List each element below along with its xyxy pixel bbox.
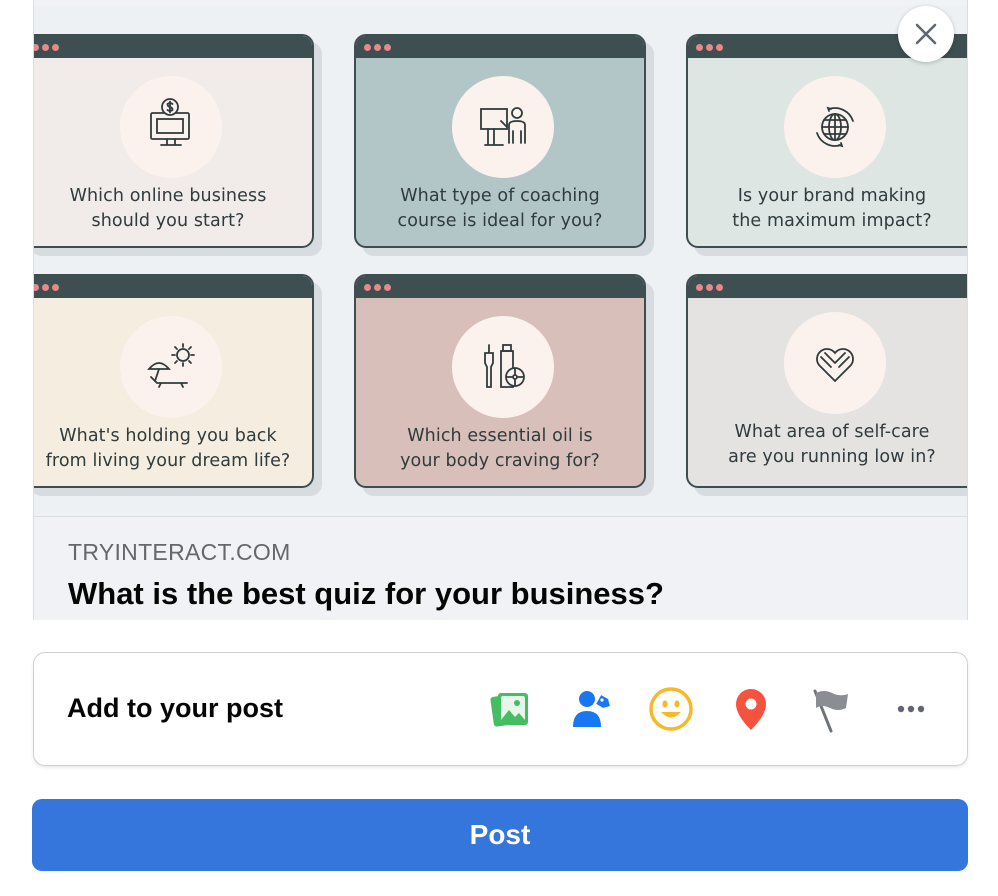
card-text-line: Is your brand making [737, 186, 927, 206]
preview-title: What is the best quiz for your business? [68, 576, 664, 611]
globe-icon [784, 76, 886, 178]
card-text-line: What's holding you back [59, 426, 277, 446]
photo-video-button[interactable] [482, 681, 538, 737]
quiz-card: Is your brand making the maximum impact? [686, 34, 967, 248]
feeling-icon [649, 687, 693, 731]
card-text: Which essential oil is your body craving… [364, 424, 636, 474]
quiz-card: Which essential oil is your body craving… [354, 274, 646, 488]
post-button[interactable]: Post [32, 799, 968, 871]
more-icon [897, 705, 925, 713]
card-text-line: from living your dream life? [45, 451, 291, 471]
card-text: Is your brand making the maximum impact? [696, 184, 967, 234]
window-bar [34, 276, 312, 298]
card-text-line: Which online business [69, 186, 267, 206]
check-in-icon [736, 689, 766, 730]
quiz-card: What's holding you back from living your… [34, 274, 314, 488]
heart-hands-icon [784, 312, 886, 414]
window-bar [688, 276, 967, 298]
quiz-card: Which online business should you start? [34, 34, 314, 248]
card-text: What type of coaching course is ideal fo… [364, 184, 636, 234]
beach-sun-icon [120, 316, 222, 418]
add-to-post-panel: Add to your post [33, 652, 968, 766]
preview-image[interactable]: Which online business should you start? … [34, 6, 967, 516]
preview-meta[interactable]: TRYINTERACT.COM What is the best quiz fo… [34, 516, 967, 620]
check-in-button[interactable] [723, 681, 779, 737]
presenter-icon [452, 76, 554, 178]
card-text-line: are you running low in? [728, 447, 936, 467]
card-text: What area of self-care are you running l… [696, 420, 967, 470]
essential-oil-icon [452, 316, 554, 418]
card-text-line: What area of self-care [734, 422, 930, 442]
card-text: What's holding you back from living your… [34, 424, 304, 474]
close-icon [915, 23, 937, 45]
card-text-line: Which essential oil is [407, 426, 593, 446]
link-preview[interactable]: Which online business should you start? … [33, 0, 968, 620]
card-text-line: your body craving for? [400, 451, 600, 471]
life-event-button[interactable] [803, 681, 859, 737]
window-bar [34, 36, 312, 58]
quiz-card: What area of self-care are you running l… [686, 274, 967, 488]
card-text: Which online business should you start? [34, 184, 304, 234]
window-bar [356, 276, 644, 298]
card-text-line: the maximum impact? [732, 211, 932, 231]
feeling-activity-button[interactable] [643, 681, 699, 737]
add-to-post-label: Add to your post [67, 693, 283, 723]
card-text-line: should you start? [91, 211, 245, 231]
quiz-card: What type of coaching course is ideal fo… [354, 34, 646, 248]
computer-dollar-icon [120, 76, 222, 178]
preview-domain: TRYINTERACT.COM [68, 539, 291, 565]
photo-video-icon [490, 693, 528, 727]
card-text-line: What type of coaching [400, 186, 600, 206]
more-options-button[interactable] [883, 681, 939, 737]
tag-people-button[interactable] [563, 681, 619, 737]
flag-icon [813, 689, 848, 733]
remove-preview-button[interactable] [898, 6, 954, 62]
tag-people-icon [573, 691, 610, 727]
card-text-line: course is ideal for you? [397, 211, 603, 231]
window-bar [356, 36, 644, 58]
